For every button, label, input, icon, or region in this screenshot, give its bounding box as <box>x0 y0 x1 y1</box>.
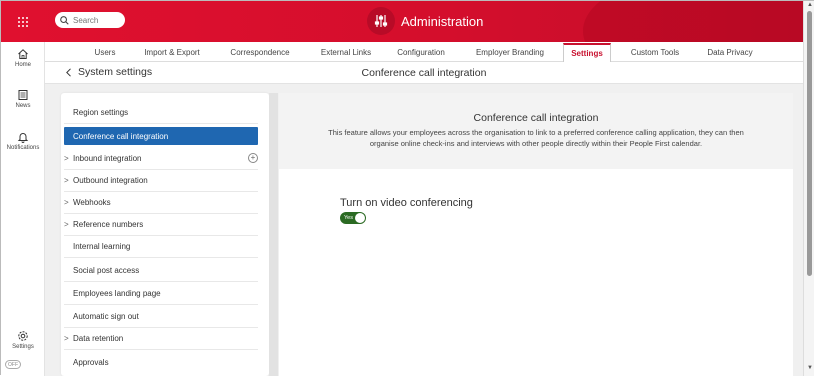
menu-divider <box>269 93 278 376</box>
menu-item-label: Inbound integration <box>73 154 142 163</box>
menu-item-reference-numbers[interactable]: > Reference numbers <box>64 214 258 236</box>
menu-item-data-retention[interactable]: > Data retention <box>64 328 258 350</box>
toggle-knob <box>355 213 365 223</box>
rail-item-news[interactable]: News <box>1 89 45 109</box>
admin-header: Administration <box>367 6 483 36</box>
menu-item-internal-learning[interactable]: Internal learning <box>64 236 258 258</box>
menu-item-label: Reference numbers <box>73 220 144 229</box>
rail-item-label: Home <box>14 62 31 68</box>
chevron-left-icon <box>66 67 71 77</box>
toggle-value: Yes <box>344 215 353 221</box>
page-title: Administration <box>401 13 484 29</box>
back-link-label: System settings <box>78 66 153 78</box>
rail-toggle-label: OFF <box>8 361 18 368</box>
scroll-down-icon[interactable]: ▼ <box>807 365 813 371</box>
tab-label: Custom Tools <box>630 47 680 57</box>
menu-item-region-settings[interactable]: Region settings <box>64 102 258 124</box>
search-box[interactable] <box>55 12 125 28</box>
menu-item-label: Automatic sign out <box>73 312 139 321</box>
settings-panel: Conference call integration This feature… <box>279 93 793 376</box>
tab-configuration[interactable]: Configuration <box>388 42 454 62</box>
rail-item-label: News <box>15 103 31 109</box>
tab-custom-tools[interactable]: Custom Tools <box>623 42 687 62</box>
menu-item-inbound-integration[interactable]: > Inbound integration + <box>64 148 258 170</box>
rail-item-settings[interactable]: Settings <box>1 330 45 350</box>
gear-icon <box>18 331 28 341</box>
video-conferencing-label: Turn on video conferencing <box>340 197 473 209</box>
search-icon <box>60 15 69 25</box>
menu-item-label: Approvals <box>73 357 109 367</box>
menu-item-chevron: > <box>64 154 69 163</box>
menu-item-label: Region settings <box>73 108 129 117</box>
header-decoration <box>583 1 803 42</box>
home-icon <box>18 49 28 59</box>
tab-label: Correspondence <box>230 47 290 57</box>
menu-item-approvals[interactable]: Approvals <box>64 351 258 373</box>
bell-icon <box>17 133 29 143</box>
tab-label: Users <box>94 47 116 57</box>
menu-item-chevron: > <box>64 334 69 343</box>
top-bar: Administration <box>1 1 803 42</box>
menu-item-conference-call-integration[interactable]: Conference call integration <box>64 127 258 145</box>
tab-label: Configuration <box>397 47 445 57</box>
menu-item-label: Social post access <box>73 266 140 275</box>
grid-icon <box>17 16 28 27</box>
menu-item-label: Internal learning <box>73 242 131 251</box>
tab-label: Import & Export <box>144 47 200 57</box>
menu-item-label: Webhooks <box>73 198 111 207</box>
tab-settings[interactable]: Settings <box>563 43 611 63</box>
rail-item-label: Notifications <box>6 145 40 151</box>
tab-users[interactable]: Users <box>83 42 127 62</box>
menu-item-chevron: > <box>64 176 69 185</box>
panel-description: This feature allows your employees acros… <box>328 128 744 148</box>
content-area: Region settings Conference call integrat… <box>45 84 803 376</box>
tab-label: External Links <box>320 47 372 57</box>
tab-label: Settings <box>571 49 603 58</box>
tab-correspondence[interactable]: Correspondence <box>225 42 295 62</box>
rail-item-notifications[interactable]: Notifications <box>1 131 45 151</box>
menu-item-chevron: > <box>64 220 69 229</box>
menu-item-label: Conference call integration <box>73 131 169 141</box>
rail-item-home[interactable]: Home <box>1 48 45 68</box>
scroll-up-icon[interactable]: ▲ <box>807 2 813 8</box>
menu-item-webhooks[interactable]: > Webhooks <box>64 192 258 214</box>
left-rail: Home News Notifications Settings OFF <box>1 42 45 376</box>
tab-label: Employer Branding <box>475 47 545 57</box>
video-conferencing-toggle[interactable]: Yes <box>340 212 366 224</box>
sliders-icon <box>367 7 395 35</box>
settings-menu: Region settings Conference call integrat… <box>61 93 269 376</box>
menu-item-label: Employees landing page <box>73 289 161 298</box>
admin-tabs: Users Import & Export Correspondence Ext… <box>45 42 803 63</box>
panel-title: Conference call integration <box>473 112 599 124</box>
scrollbar-thumb[interactable] <box>807 11 812 276</box>
tab-import-export[interactable]: Import & Export <box>137 42 207 62</box>
sub-header: Conference call integration System setti… <box>45 62 803 84</box>
tab-employer-branding[interactable]: Employer Branding <box>465 42 555 62</box>
rail-item-label: Settings <box>12 344 34 350</box>
menu-item-label: Data retention <box>73 334 124 343</box>
menu-item-chevron: > <box>64 198 69 207</box>
app-launcher-button[interactable] <box>1 1 44 42</box>
app-window: Administration Home News Not <box>0 0 814 376</box>
menu-item-employees-landing-page[interactable]: Employees landing page <box>64 283 258 305</box>
page-scrollbar[interactable]: ▲ ▼ <box>803 1 814 376</box>
rail-toggle[interactable]: OFF <box>5 360 21 369</box>
back-link[interactable]: System settings <box>65 66 152 78</box>
menu-item-automatic-sign-out[interactable]: Automatic sign out <box>64 306 258 328</box>
menu-item-label: Outbound integration <box>73 176 148 185</box>
tab-label: Data Privacy <box>707 47 753 57</box>
section-title: Conference call integration <box>361 67 487 79</box>
news-icon <box>18 90 28 100</box>
panel-header: Conference call integration This feature… <box>279 93 793 169</box>
tab-data-privacy[interactable]: Data Privacy <box>699 42 761 62</box>
menu-item-outbound-integration[interactable]: > Outbound integration <box>64 170 258 192</box>
search-input[interactable] <box>73 15 119 25</box>
menu-item-social-post-access[interactable]: Social post access <box>64 260 258 282</box>
tab-external-links[interactable]: External Links <box>311 42 381 62</box>
add-circle-icon[interactable]: + <box>248 153 258 163</box>
